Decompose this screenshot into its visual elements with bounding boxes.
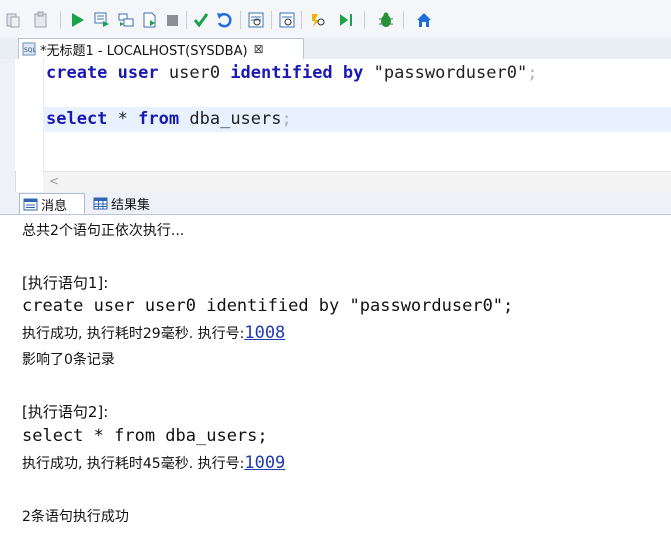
code-line-1[interactable]: create user user0 identified by "passwor… bbox=[46, 63, 537, 83]
toolbar bbox=[0, 0, 671, 39]
star: * bbox=[117, 109, 128, 129]
semicolon: ; bbox=[281, 109, 292, 129]
tab-messages[interactable]: 消息 bbox=[19, 193, 85, 214]
execution-plan-icon[interactable] bbox=[278, 11, 296, 29]
stmt2-exec-number-link[interactable]: 1009 bbox=[244, 453, 285, 473]
semicolon: ; bbox=[527, 63, 538, 83]
stmt1-label: [执行语句1]: bbox=[22, 274, 109, 292]
paste-icon[interactable] bbox=[32, 11, 50, 29]
stop-icon[interactable] bbox=[163, 11, 181, 29]
code-line-2[interactable]: select * from dba_users; bbox=[46, 109, 292, 129]
identifier: user0 bbox=[168, 63, 221, 83]
tab-messages-label: 消息 bbox=[41, 198, 68, 214]
keyword-from: from bbox=[138, 109, 180, 129]
sql-file-icon: SQL bbox=[22, 42, 36, 56]
stmt1-exec-number-link[interactable]: 1008 bbox=[244, 323, 285, 343]
table-icon bbox=[93, 197, 108, 210]
keyword-create: create bbox=[46, 63, 108, 83]
run-script-icon[interactable] bbox=[141, 11, 159, 29]
keyword-select: select bbox=[46, 109, 108, 129]
keyword-identified: identified bbox=[230, 63, 333, 83]
scroll-left-icon[interactable]: < bbox=[49, 174, 59, 188]
svg-text:SQL: SQL bbox=[24, 47, 36, 54]
cut-icon[interactable] bbox=[4, 11, 22, 29]
stmt2-label: [执行语句2]: bbox=[22, 403, 109, 421]
bug-icon[interactable] bbox=[377, 11, 395, 29]
run-selection-icon[interactable] bbox=[117, 11, 135, 29]
run-to-cursor-icon[interactable] bbox=[338, 11, 356, 29]
format-icon[interactable] bbox=[247, 11, 265, 29]
identifier: dba_users bbox=[189, 109, 282, 129]
string-literal: "passworduser0" bbox=[373, 63, 528, 83]
keyword-by: by bbox=[342, 63, 364, 83]
stmt1-rows: 影响了0条记录 bbox=[22, 352, 115, 368]
home-icon[interactable] bbox=[415, 11, 433, 29]
stmt1-sql: create user user0 identified by "passwor… bbox=[22, 296, 514, 316]
editor-tab[interactable]: SQL *无标题1 - LOCALHOST(SYSDBA) ⊠ bbox=[18, 38, 304, 59]
message-icon bbox=[23, 198, 38, 210]
tab-result-set-label: 结果集 bbox=[111, 198, 151, 213]
stmt2-sql: select * from dba_users; bbox=[22, 426, 268, 446]
tab-result-set[interactable]: 结果集 bbox=[90, 193, 166, 214]
editor-gutter bbox=[15, 59, 44, 171]
summary-message: 2条语句执行成功 bbox=[22, 509, 129, 525]
run-step-icon[interactable] bbox=[93, 11, 111, 29]
stmt2-result: 执行成功, 执行耗时45毫秒. 执行号:1009 bbox=[22, 453, 285, 473]
rollback-icon[interactable] bbox=[215, 11, 233, 29]
editor-tab-title: *无标题1 - LOCALHOST(SYSDBA) bbox=[40, 43, 248, 59]
stmt1-result: 执行成功, 执行耗时29毫秒. 执行号:1008 bbox=[22, 323, 285, 343]
stmt1-result-text: 执行成功, 执行耗时29毫秒. 执行号: bbox=[22, 326, 245, 342]
stmt2-result-text: 执行成功, 执行耗时45毫秒. 执行号: bbox=[22, 456, 245, 472]
horizontal-scrollbar[interactable]: < bbox=[43, 171, 671, 193]
debug-step-icon[interactable] bbox=[309, 11, 327, 29]
left-panel-strip bbox=[0, 59, 16, 192]
commit-icon[interactable] bbox=[192, 11, 210, 29]
message-header: 总共2个语句正依次执行... bbox=[22, 223, 185, 239]
message-panel bbox=[0, 215, 671, 542]
keyword-user: user bbox=[117, 63, 159, 83]
run-icon[interactable] bbox=[68, 11, 86, 29]
close-icon[interactable]: ⊠ bbox=[254, 42, 264, 56]
